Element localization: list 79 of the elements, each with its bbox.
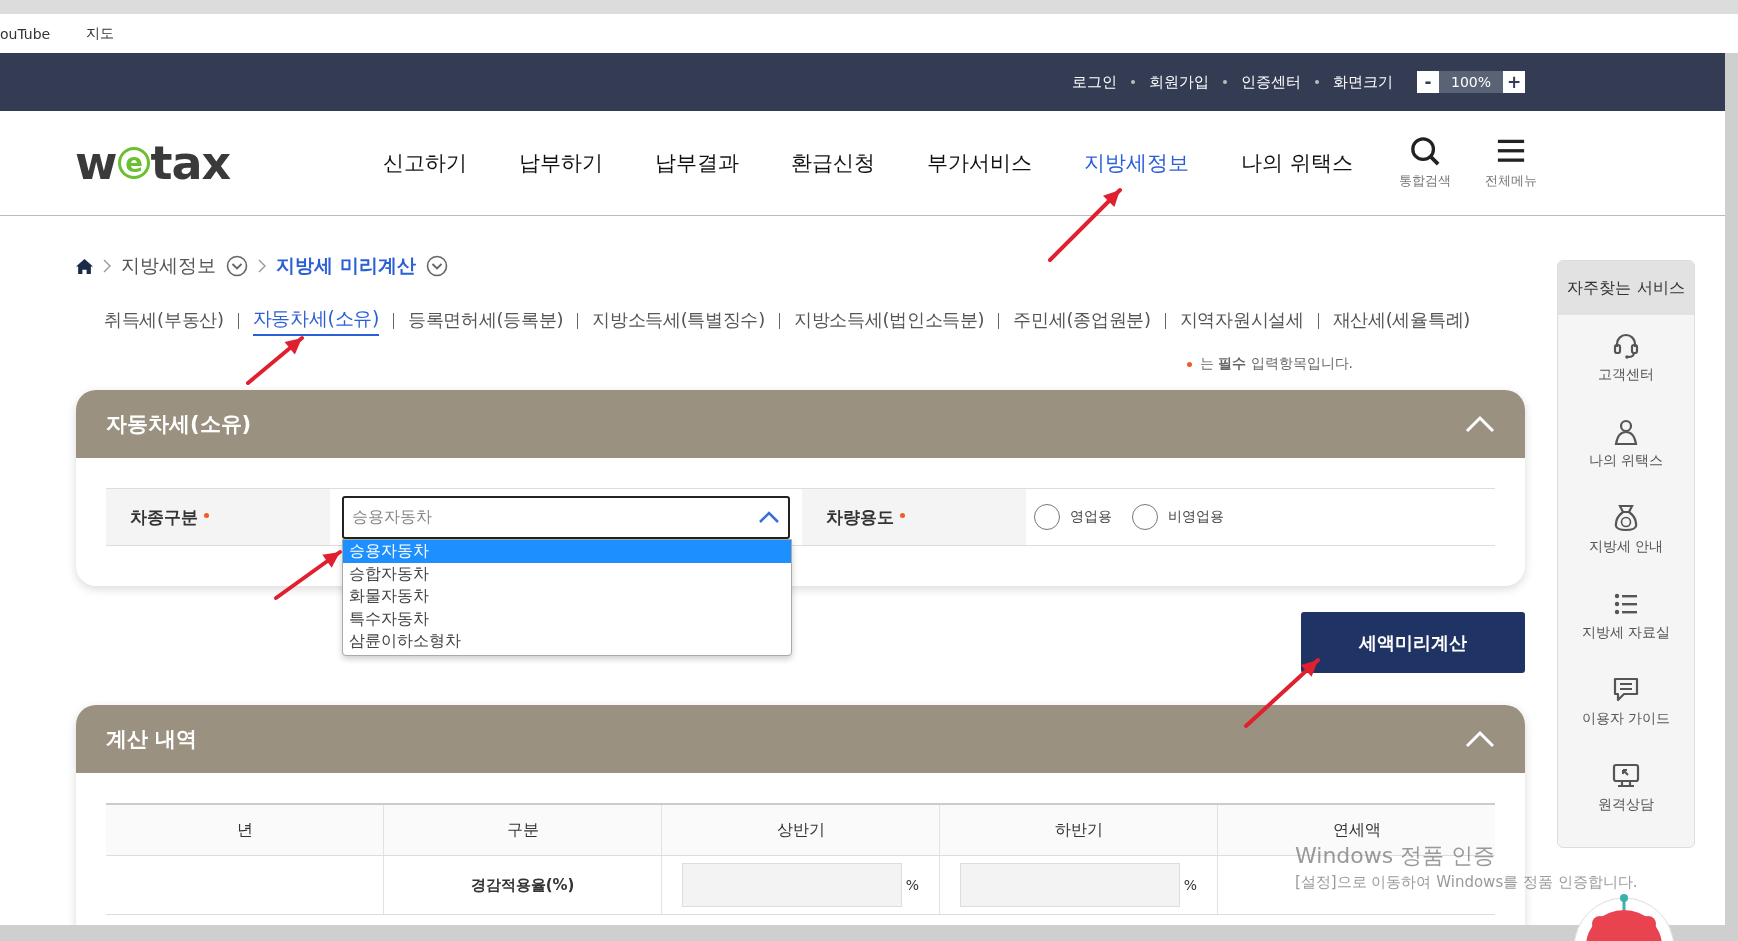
required-note: 는 필수 입력항목입니다.	[1199, 355, 1353, 373]
collapse-chevron-icon[interactable]	[1465, 730, 1495, 748]
required-dot-icon	[1186, 361, 1192, 367]
panel-title: 자동차세(소유)	[106, 411, 252, 438]
top-link[interactable]: 회원가입	[1149, 72, 1209, 92]
dropdown-option[interactable]: 승합자동차	[343, 562, 791, 585]
column-header: 하반기	[1054, 819, 1103, 841]
money-bag-icon[interactable]	[1612, 504, 1640, 532]
radio-label: 영업용	[1070, 508, 1112, 526]
nav-menu-item[interactable]: 부가서비스	[927, 149, 1032, 177]
tax-tab[interactable]: 취득세(부동산)	[104, 308, 224, 334]
nav-menu-item[interactable]: 납부결과	[655, 149, 739, 177]
nav-menu-item[interactable]: 납부하기	[519, 149, 603, 177]
bookmark-link[interactable]: ouTube	[0, 25, 51, 42]
input-field[interactable]	[681, 863, 902, 907]
field-label: 차종구분	[130, 505, 198, 529]
zoom-in-button[interactable]: +	[1503, 71, 1525, 93]
zoom-level: 100%	[1450, 74, 1492, 90]
dropdown-option[interactable]: 특수자동차	[343, 607, 791, 630]
chatbot-icon[interactable]	[1572, 894, 1676, 941]
person-icon[interactable]	[1612, 418, 1640, 446]
unit-label: %	[1183, 877, 1198, 893]
tax-tab[interactable]: 지역자원시설세	[1179, 308, 1304, 334]
column-header: 구분	[506, 819, 539, 841]
chevron-right-icon	[103, 259, 111, 273]
quick-menu-link[interactable]: 지방세 자료실	[1581, 624, 1671, 642]
activation-watermark-text: [설정]으로 이동하여 Windows를 정품 인증합니다.	[1295, 873, 1638, 891]
column-header: 상반기	[776, 819, 825, 841]
breadcrumb-link[interactable]: 지방세정보	[121, 253, 216, 279]
home-icon[interactable]	[76, 257, 93, 275]
activation-watermark-title: Windows 정품 인증	[1295, 843, 1496, 869]
tax-tab[interactable]: 재산세(세율특례)	[1332, 308, 1470, 334]
nav-menu-item[interactable]: 신고하기	[383, 149, 467, 177]
tool-label: 통합검색	[1398, 172, 1451, 190]
quick-menu-link[interactable]: 고객센터	[1598, 366, 1654, 384]
tax-tab[interactable]: 주민세(종업원분)	[1013, 308, 1151, 334]
panel-title: 계산 내역	[106, 726, 198, 753]
row-label: 경감적용율(%)	[470, 875, 575, 895]
vehicle-type-select[interactable]: 승용자동차	[342, 495, 790, 539]
zoom-out-button[interactable]: -	[1417, 71, 1439, 93]
headset-icon[interactable]	[1612, 332, 1640, 360]
nav-menu-item[interactable]: 나의 위택스	[1241, 149, 1353, 177]
quick-menu-link[interactable]: 나의 위택스	[1588, 452, 1664, 470]
tax-tab[interactable]: 자동차세(소유)	[252, 306, 380, 336]
chevron-right-icon	[258, 259, 266, 273]
dropdown-circle-icon[interactable]	[226, 255, 248, 277]
tool-label: 전체메뉴	[1484, 172, 1537, 190]
breadcrumb-link[interactable]: 지방세 미리계산	[276, 253, 416, 279]
calculate-button[interactable]: 세액미리계산	[1301, 612, 1525, 673]
tax-tab[interactable]: 등록면허세(등록분)	[408, 308, 564, 334]
search-icon[interactable]	[1409, 136, 1440, 166]
top-link[interactable]: 로그인	[1072, 72, 1117, 92]
field-label: 차량용도	[826, 505, 894, 529]
bookmark-link[interactable]: 지도	[86, 24, 115, 43]
quick-menu-title: 자주찾는 서비스	[1567, 277, 1685, 299]
quick-menu-link[interactable]: 이용자 가이드	[1581, 710, 1671, 728]
quick-menu-link[interactable]: 지방세 안내	[1588, 538, 1664, 556]
radio-button[interactable]	[1034, 504, 1060, 530]
nav-menu-item[interactable]: 환급신청	[791, 149, 875, 177]
dropdown-option[interactable]: 화물자동차	[343, 585, 791, 608]
annotation-arrow	[246, 336, 304, 385]
unit-label: %	[905, 877, 920, 893]
dropdown-circle-icon[interactable]	[425, 255, 448, 277]
collapse-chevron-icon[interactable]	[1465, 415, 1495, 433]
top-link[interactable]: 화면크기	[1333, 72, 1393, 92]
top-link[interactable]: 인증센터	[1241, 72, 1301, 92]
column-header: 연세액	[1332, 819, 1381, 841]
chat-bubble-icon[interactable]	[1612, 676, 1640, 704]
monitor-icon[interactable]	[1612, 762, 1640, 790]
annotation-arrow	[274, 550, 342, 600]
tax-tab[interactable]: 지방소득세(특별징수)	[592, 308, 765, 334]
nav-menu-item[interactable]: 지방세정보	[1084, 149, 1189, 177]
input-field[interactable]	[959, 863, 1180, 907]
radio-button[interactable]	[1132, 504, 1158, 530]
dropdown-option[interactable]: 삼륜이하소형차	[343, 630, 791, 653]
column-header: 년	[236, 819, 253, 841]
quick-menu-link[interactable]: 원격상담	[1598, 796, 1654, 814]
radio-label: 비영업용	[1168, 508, 1224, 526]
tax-tab[interactable]: 지방소득세(법인소득분)	[793, 308, 985, 334]
